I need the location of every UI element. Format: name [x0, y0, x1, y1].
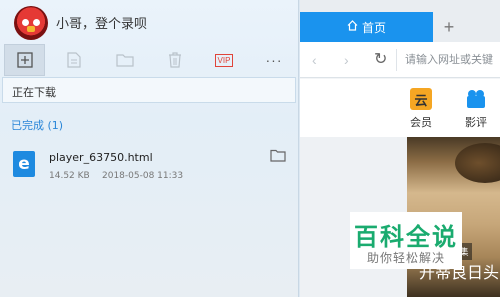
- list-item[interactable]: e player_63750.html 14.52 KB 2018-05-08 …: [0, 140, 299, 190]
- watermark-title: 百科全说: [354, 223, 458, 251]
- user-bar: 小哥，登个录呗: [0, 0, 299, 42]
- tab-home[interactable]: 首页: [300, 12, 433, 42]
- vip-button[interactable]: VIP: [212, 44, 236, 76]
- folder-icon: [116, 53, 134, 67]
- watermark-logo: 百科全说 助你轻松解决: [350, 212, 462, 269]
- download-toolbar: VIP ···: [0, 43, 299, 77]
- watermark-subtitle: 助你轻松解决: [366, 251, 445, 265]
- document-button[interactable]: [62, 44, 86, 76]
- tab-label: 首页: [361, 20, 386, 35]
- new-task-button[interactable]: [4, 44, 45, 76]
- file-name: player_63750.html: [49, 151, 153, 164]
- back-icon[interactable]: ‹: [312, 52, 317, 68]
- download-panel: 小哥，登个录呗 VIP ··· 正在下载 已完成 (1) e player_63…: [0, 0, 299, 297]
- login-prompt[interactable]: 小哥，登个录呗: [56, 13, 147, 32]
- navigation-bar: ‹ › ↻ 请输入网址或关键: [300, 42, 500, 78]
- quick-link-reviews[interactable]: 影评: [459, 88, 493, 130]
- tab-strip: 首页 +: [300, 0, 500, 42]
- reload-icon[interactable]: ↻: [374, 49, 387, 69]
- open-folder-icon[interactable]: [270, 149, 286, 163]
- file-date: 2018-05-08 11:33: [102, 171, 184, 181]
- html-file-icon: e: [13, 151, 35, 177]
- file-size: 14.52 KB: [49, 171, 90, 181]
- forward-icon[interactable]: ›: [344, 52, 349, 68]
- quick-link-label: 影评: [465, 116, 487, 129]
- quick-link-member[interactable]: 云 会员: [404, 88, 438, 130]
- more-button[interactable]: ···: [262, 44, 286, 76]
- cloud-member-icon: 云: [410, 88, 432, 110]
- home-icon: [347, 20, 358, 34]
- new-task-icon: [16, 52, 33, 68]
- in-progress-header[interactable]: 正在下载: [2, 77, 296, 103]
- quick-links: 云 会员 影评: [300, 79, 500, 137]
- quick-link-label: 会员: [410, 116, 432, 129]
- review-icon: [465, 88, 487, 110]
- folder-button[interactable]: [113, 44, 137, 76]
- more-icon: ···: [265, 52, 283, 68]
- avatar[interactable]: [14, 6, 48, 40]
- completed-header[interactable]: 已完成 (1): [11, 117, 63, 133]
- new-tab-button[interactable]: +: [440, 16, 458, 38]
- vip-icon: VIP: [214, 53, 234, 67]
- address-input[interactable]: 请输入网址或关键: [396, 49, 500, 71]
- delete-button[interactable]: [163, 44, 187, 76]
- trash-icon: [167, 52, 183, 68]
- document-icon: [67, 52, 81, 68]
